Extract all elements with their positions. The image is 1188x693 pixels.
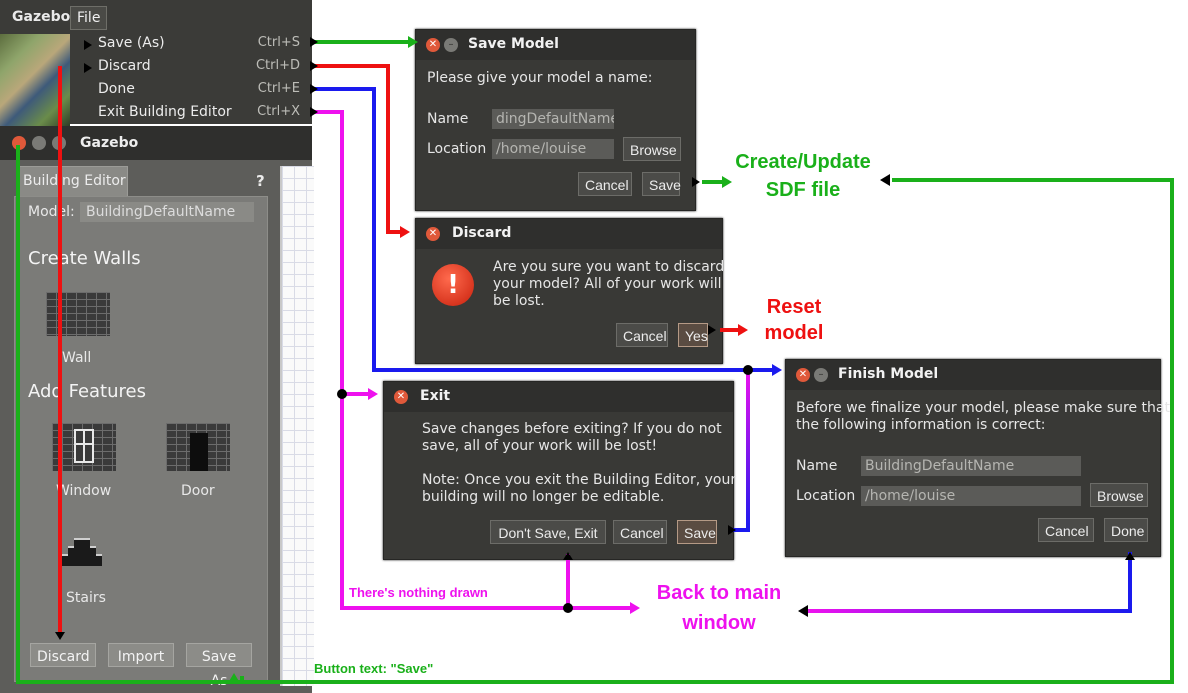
annotation-nothing-drawn: There's nothing drawn <box>349 585 488 600</box>
annotation-line: window <box>682 612 756 634</box>
annotation-back-to-main: Back to main window <box>636 578 802 638</box>
annotation-line: Reset <box>766 296 822 318</box>
annotation-line: Back to main <box>656 582 782 604</box>
annotation-line: SDF file <box>765 179 841 201</box>
green-arrow-save <box>16 40 1174 684</box>
annotation-line: Create/Update <box>735 151 871 173</box>
annotation-line: model <box>764 322 824 344</box>
annotation-button-text: Button text: "Save" <box>314 661 434 676</box>
annotation-reset-model: Reset model <box>752 294 836 346</box>
flow-arrows <box>16 36 1174 684</box>
annotation-create-update: Create/Update SDF file <box>718 148 888 204</box>
